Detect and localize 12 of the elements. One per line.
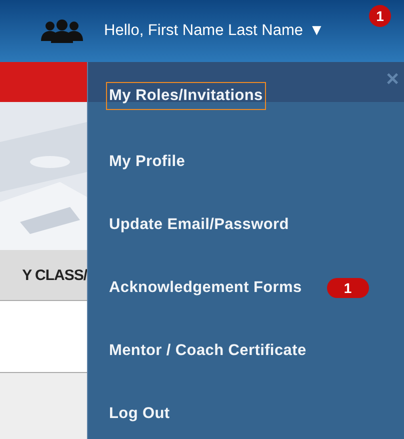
notification-badge: 1 [369,5,391,27]
menu-item[interactable]: Acknowledgement Forms [106,274,305,302]
count-badge: 1 [326,278,369,298]
menu-item[interactable]: Log Out [106,400,173,428]
menu-item[interactable]: My Roles/Invitations [106,82,266,110]
users-icon [38,19,86,43]
caret-icon[interactable]: ▼ [308,22,324,40]
section-title: Y CLASS/ [22,266,87,284]
menu-item[interactable]: Mentor / Coach Certificate [106,336,310,364]
user-greeting[interactable]: Hello, First Name Last Name [104,22,303,40]
menu-item[interactable]: My Profile [106,148,188,176]
menu-item[interactable]: Update Email/Password [106,210,292,238]
